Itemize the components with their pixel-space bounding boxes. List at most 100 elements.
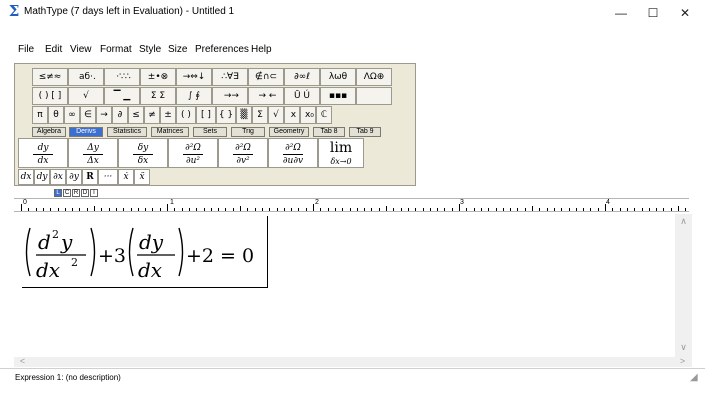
menu-view[interactable]: View xyxy=(70,44,92,55)
ruler-tick xyxy=(605,204,606,211)
tab-stop-left[interactable]: L xyxy=(54,189,62,197)
equation-editor[interactable]: d 2 y dx 2 +3 dy dx +2 = 0 xyxy=(14,214,689,357)
tab-stop-decimal[interactable]: D xyxy=(81,189,89,197)
sqrt-button[interactable]: √ xyxy=(268,106,284,124)
spaces-palette-button[interactable]: аб·. xyxy=(68,68,104,86)
template-numerator: δy xyxy=(137,143,149,153)
set-theory-palette-button[interactable]: ∉∩⊂ xyxy=(248,68,284,86)
fraction-bar xyxy=(133,154,153,155)
tab-trig[interactable]: Trig xyxy=(231,127,265,137)
braces-button[interactable]: { } xyxy=(216,106,236,124)
template-denominator: Δx xyxy=(87,156,99,166)
real-r-button[interactable]: R xyxy=(82,169,98,185)
partial-x-button[interactable]: ∂x xyxy=(50,169,66,185)
mixed-partial-template-button[interactable]: ∂²Ω ∂u∂v xyxy=(268,138,318,168)
delta-template-button[interactable]: Δy Δx xyxy=(68,138,118,168)
misc-symbols-palette-button[interactable]: ∂∞ℓ xyxy=(284,68,320,86)
dx-button[interactable]: dx xyxy=(18,169,34,185)
dy-button[interactable]: dy xyxy=(34,169,50,185)
tab-statistics[interactable]: Statistics xyxy=(107,127,147,137)
tab-8[interactable]: Tab 8 xyxy=(313,127,345,137)
boxes-palette-button[interactable] xyxy=(356,87,392,105)
partial-u-template-button[interactable]: ∂²Ω ∂u² xyxy=(168,138,218,168)
vertical-scrollbar[interactable]: ∧ ∨ xyxy=(675,214,692,357)
subscript-button[interactable]: x₀ xyxy=(300,106,316,124)
labeled-arrows-palette-button[interactable]: → ← xyxy=(248,87,284,105)
minimize-button[interactable]: — xyxy=(604,0,638,26)
fractions-radicals-palette-button[interactable]: √ xyxy=(68,87,104,105)
not-equal-button[interactable]: ≠ xyxy=(144,106,160,124)
menu-size[interactable]: Size xyxy=(168,44,187,55)
ruler-tick xyxy=(72,208,74,211)
fraction-bar xyxy=(283,154,303,155)
ellipsis-button[interactable]: ··· xyxy=(98,169,118,185)
derivative-template-button[interactable]: dy dx xyxy=(18,138,68,168)
ruler-tick xyxy=(94,206,95,211)
pi-button[interactable]: π xyxy=(32,106,48,124)
brackets-button[interactable]: [ ] xyxy=(196,106,216,124)
scripts-palette-button[interactable]: ▔ ▁ xyxy=(104,87,140,105)
arrow-right-button[interactable]: → xyxy=(96,106,112,124)
double-struck-button[interactable]: ℂ xyxy=(316,106,332,124)
products-palette-button[interactable]: Ū Ú xyxy=(284,87,320,105)
menu-preferences[interactable]: Preferences xyxy=(195,44,249,55)
x-dot-button[interactable]: ẋ xyxy=(118,169,134,185)
less-equal-button[interactable]: ≤ xyxy=(128,106,144,124)
plus-minus-button[interactable]: ± xyxy=(160,106,176,124)
scroll-right-icon[interactable]: > xyxy=(674,356,691,366)
tab-sets[interactable]: Sets xyxy=(193,127,227,137)
summation-palette-button[interactable]: Σ Σ xyxy=(140,87,176,105)
tab-matrices[interactable]: Matrices xyxy=(151,127,189,137)
maximize-button[interactable]: ☐ xyxy=(636,0,670,26)
menu-file[interactable]: File xyxy=(18,44,34,55)
theta-button[interactable]: θ xyxy=(48,106,64,124)
underbars-palette-button[interactable]: →→ xyxy=(212,87,248,105)
embellishments-palette-button[interactable]: ·∵∴ xyxy=(104,68,140,86)
fraction-button[interactable]: ▒ xyxy=(236,106,252,124)
element-of-button[interactable]: ∈ xyxy=(80,106,96,124)
partial-y-button[interactable]: ∂y xyxy=(66,169,82,185)
tab-stop-operator[interactable]: I xyxy=(90,189,98,197)
scroll-left-icon[interactable]: < xyxy=(14,356,31,366)
ruler[interactable]: 0 1 2 3 4 xyxy=(14,198,689,212)
menu-help[interactable]: Help xyxy=(251,44,272,55)
menu-format[interactable]: Format xyxy=(100,44,132,55)
tab-algebra[interactable]: Algebra xyxy=(32,127,66,137)
arrows-palette-button[interactable]: →⇔↓ xyxy=(176,68,212,86)
matrices-palette-button[interactable]: ▪▪▪ xyxy=(320,87,356,105)
partial-button[interactable]: ∂ xyxy=(112,106,128,124)
scroll-down-icon[interactable]: ∨ xyxy=(675,342,692,353)
partial-v-template-button[interactable]: ∂²Ω ∂v² xyxy=(218,138,268,168)
ruler-tick xyxy=(305,208,307,211)
menu-edit[interactable]: Edit xyxy=(45,44,62,55)
x-double-dot-button[interactable]: ẍ xyxy=(134,169,150,185)
operators-palette-button[interactable]: ±•⊗ xyxy=(140,68,176,86)
ruler-tick xyxy=(298,208,300,211)
scroll-up-icon[interactable]: ∧ xyxy=(675,216,692,227)
parentheses-button[interactable]: ( ) xyxy=(176,106,196,124)
equation[interactable]: d 2 y dx 2 +3 dy dx +2 = 0 xyxy=(22,216,268,288)
tab-derivs[interactable]: Derivs xyxy=(69,127,103,137)
horizontal-scrollbar[interactable]: < > xyxy=(14,356,692,367)
greek-lower-palette-button[interactable]: λωθ xyxy=(320,68,356,86)
integrals-palette-button[interactable]: ∫ ∮ xyxy=(176,87,212,105)
tab-stop-center[interactable]: C xyxy=(63,189,71,197)
close-button[interactable]: ✕ xyxy=(668,0,702,26)
menu-style[interactable]: Style xyxy=(139,44,161,55)
tab-stop-right[interactable]: R xyxy=(72,189,80,197)
limit-label: lim xyxy=(329,140,353,156)
ruler-tick xyxy=(378,208,380,211)
logic-palette-button[interactable]: ∴∀∃ xyxy=(212,68,248,86)
relations-palette-button[interactable]: ≤≠≈ xyxy=(32,68,68,86)
fences-palette-button[interactable]: ( ) [ ] xyxy=(32,87,68,105)
greek-upper-palette-button[interactable]: ΛΩ⊕ xyxy=(356,68,392,86)
sum-button[interactable]: Σ xyxy=(252,106,268,124)
superscript-button[interactable]: x xyxy=(284,106,300,124)
infinity-button[interactable]: ∞ xyxy=(64,106,80,124)
tab-9[interactable]: Tab 9 xyxy=(349,127,381,137)
ruler-tick xyxy=(145,208,147,211)
resize-grip-icon[interactable]: ◢ xyxy=(690,372,702,384)
variation-template-button[interactable]: δy δx xyxy=(118,138,168,168)
tab-geometry[interactable]: Geometry xyxy=(269,127,309,137)
limit-template-button[interactable]: lim δx→0 xyxy=(318,138,364,168)
